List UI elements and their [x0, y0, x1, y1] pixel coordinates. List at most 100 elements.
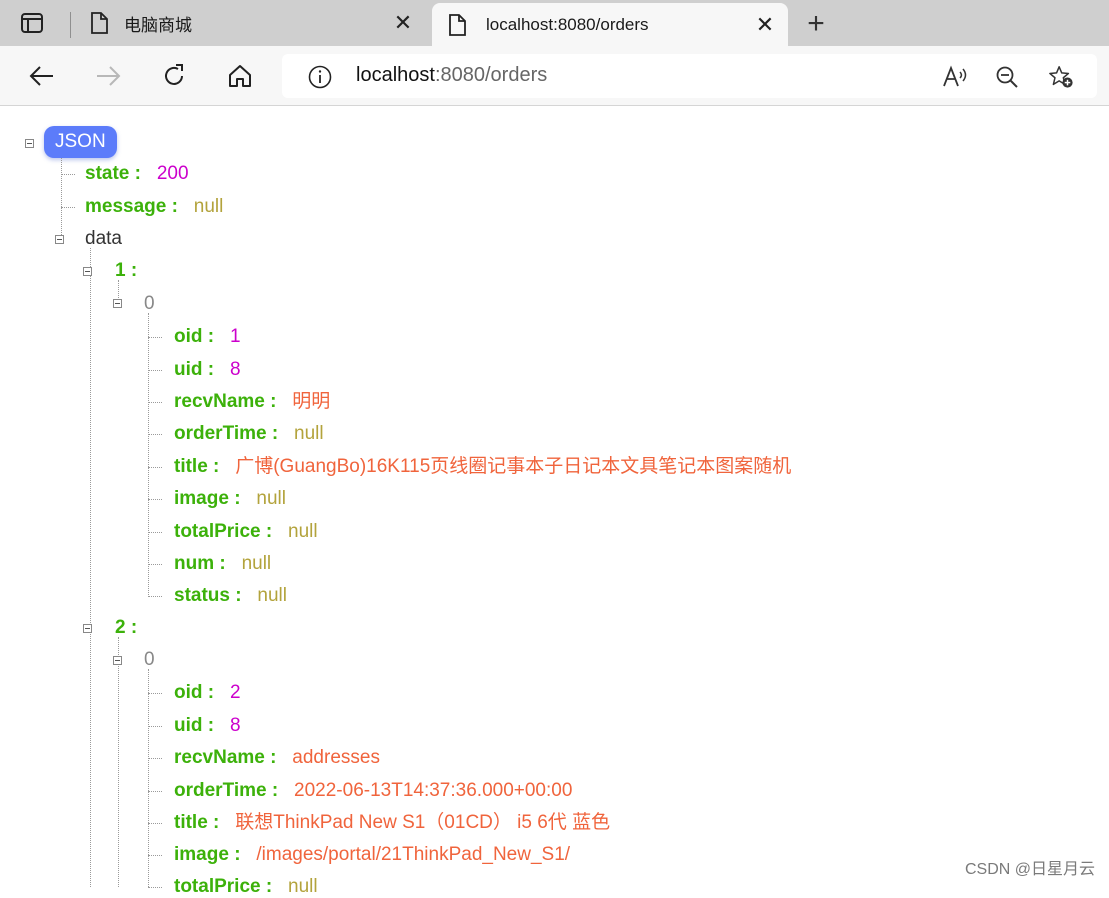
collapse-root-toggle[interactable]	[25, 139, 34, 148]
tree-line	[61, 158, 62, 241]
close-tab-icon[interactable]: ✕	[392, 12, 414, 34]
json-value: null	[193, 196, 224, 217]
json-row-data[interactable]: data	[85, 228, 122, 250]
json-key: 0	[144, 649, 155, 670]
json-value: /images/portal/21ThinkPad_New_S1/	[256, 844, 571, 865]
home-icon[interactable]	[224, 60, 256, 92]
tree-branch	[148, 791, 162, 792]
json-row-field: totalPrice : null	[174, 876, 318, 898]
tree-branch	[148, 370, 162, 371]
json-value: null	[257, 585, 287, 606]
json-row-field: orderTime : null	[174, 423, 324, 445]
json-row-field: image : /images/portal/21ThinkPad_New_S1…	[174, 844, 570, 866]
collapse-data-toggle[interactable]	[55, 235, 64, 244]
collapse-group-toggle[interactable]	[83, 267, 92, 276]
tree-line	[118, 280, 119, 298]
json-key: image :	[174, 844, 241, 865]
json-key: 0	[144, 293, 155, 314]
json-row-index[interactable]: 0	[144, 649, 155, 671]
address-bar[interactable]: localhost:8080/orders	[282, 54, 1097, 98]
tab-title: localhost:8080/orders	[486, 14, 649, 34]
json-value: 联想ThinkPad New S1（01CD） i5 6代 蓝色	[235, 812, 611, 833]
zoom-out-icon[interactable]	[994, 64, 1020, 90]
tab-inactive[interactable]: 电脑商城 ✕	[78, 0, 426, 46]
tree-branch	[148, 693, 162, 694]
json-key: image :	[174, 488, 241, 509]
page-icon	[90, 12, 110, 34]
tree-branch	[148, 596, 162, 597]
tree-line	[148, 313, 149, 597]
collapse-index-toggle[interactable]	[113, 299, 122, 308]
json-row-group[interactable]: 1 :	[115, 260, 137, 282]
json-key: num :	[174, 553, 226, 574]
json-row-field: title : 联想ThinkPad New S1（01CD） i5 6代 蓝色	[174, 812, 610, 834]
add-favorite-icon[interactable]	[1048, 64, 1074, 90]
json-value: 1	[229, 326, 241, 347]
close-tab-icon[interactable]: ✕	[754, 13, 776, 36]
tree-branch	[148, 758, 162, 759]
json-key: status :	[174, 585, 242, 606]
json-value: 2	[229, 682, 241, 703]
refresh-icon[interactable]	[158, 60, 190, 92]
tree-branch	[148, 402, 162, 403]
tree-branch	[148, 823, 162, 824]
tree-branch	[148, 564, 162, 565]
json-key: data	[85, 228, 122, 249]
json-row-field: recvName : 明明	[174, 391, 330, 413]
json-value: 2022-06-13T14:37:36.000+00:00	[294, 780, 573, 801]
json-key: state :	[85, 163, 141, 184]
json-row-group[interactable]: 2 :	[115, 617, 137, 639]
json-key: title :	[174, 812, 220, 833]
tree-branch	[148, 499, 162, 500]
tree-branch	[61, 174, 75, 175]
read-aloud-icon[interactable]	[942, 64, 968, 90]
json-value: 200	[156, 163, 189, 184]
json-row-field: uid : 8	[174, 715, 241, 737]
address-url[interactable]: localhost:8080/orders	[356, 64, 547, 87]
new-tab-icon[interactable]: +	[802, 9, 830, 39]
json-value: null	[241, 553, 272, 574]
tab-separator	[70, 12, 71, 38]
tab-actions-icon[interactable]	[20, 11, 44, 35]
json-row-field: uid : 8	[174, 359, 241, 381]
json-row-field: status : null	[174, 585, 287, 607]
json-row-message: message : null	[85, 196, 223, 218]
json-key: oid :	[174, 682, 215, 703]
json-row-index[interactable]: 0	[144, 293, 155, 315]
url-path: :8080/orders	[434, 64, 548, 86]
tab-bar: 电脑商城 ✕ localhost:8080/orders ✕ +	[0, 0, 1109, 46]
url-host: localhost	[356, 64, 435, 86]
json-key: oid :	[174, 326, 215, 347]
tree-branch	[148, 532, 162, 533]
tab-title: 电脑商城	[124, 15, 192, 35]
info-icon[interactable]	[308, 65, 332, 89]
tree-branch	[148, 726, 162, 727]
json-root-badge[interactable]: JSON	[44, 126, 117, 158]
collapse-index-toggle[interactable]	[113, 656, 122, 665]
back-icon[interactable]	[26, 60, 58, 92]
json-row-field: oid : 2	[174, 682, 241, 704]
json-row-field: orderTime : 2022-06-13T14:37:36.000+00:0…	[174, 780, 572, 802]
json-row-state: state : 200	[85, 163, 189, 185]
watermark: CSDN @日星月云	[964, 861, 1095, 878]
json-value: null	[294, 423, 324, 444]
collapse-group-toggle[interactable]	[83, 624, 92, 633]
json-viewer: JSON state : 200 message : null data 1 :…	[0, 106, 1109, 897]
json-row-field: num : null	[174, 553, 271, 575]
tree-branch	[148, 855, 162, 856]
forward-icon[interactable]	[92, 60, 124, 92]
json-value: 广博(GuangBo)16K115页线圈记事本子日记本文具笔记本图案随机	[235, 456, 792, 477]
tree-branch	[148, 337, 162, 338]
json-row-field: image : null	[174, 488, 286, 510]
json-key: uid :	[174, 359, 215, 380]
json-row-field: recvName : addresses	[174, 747, 380, 769]
json-value: null	[288, 521, 318, 542]
json-key: 2 :	[115, 617, 138, 638]
tab-active[interactable]: localhost:8080/orders ✕	[432, 3, 788, 46]
tree-line	[118, 637, 119, 887]
json-row-field: totalPrice : null	[174, 521, 318, 543]
json-value: null	[256, 488, 286, 509]
json-key: totalPrice :	[174, 521, 273, 542]
json-value: 8	[229, 715, 241, 736]
tree-line	[90, 248, 91, 887]
